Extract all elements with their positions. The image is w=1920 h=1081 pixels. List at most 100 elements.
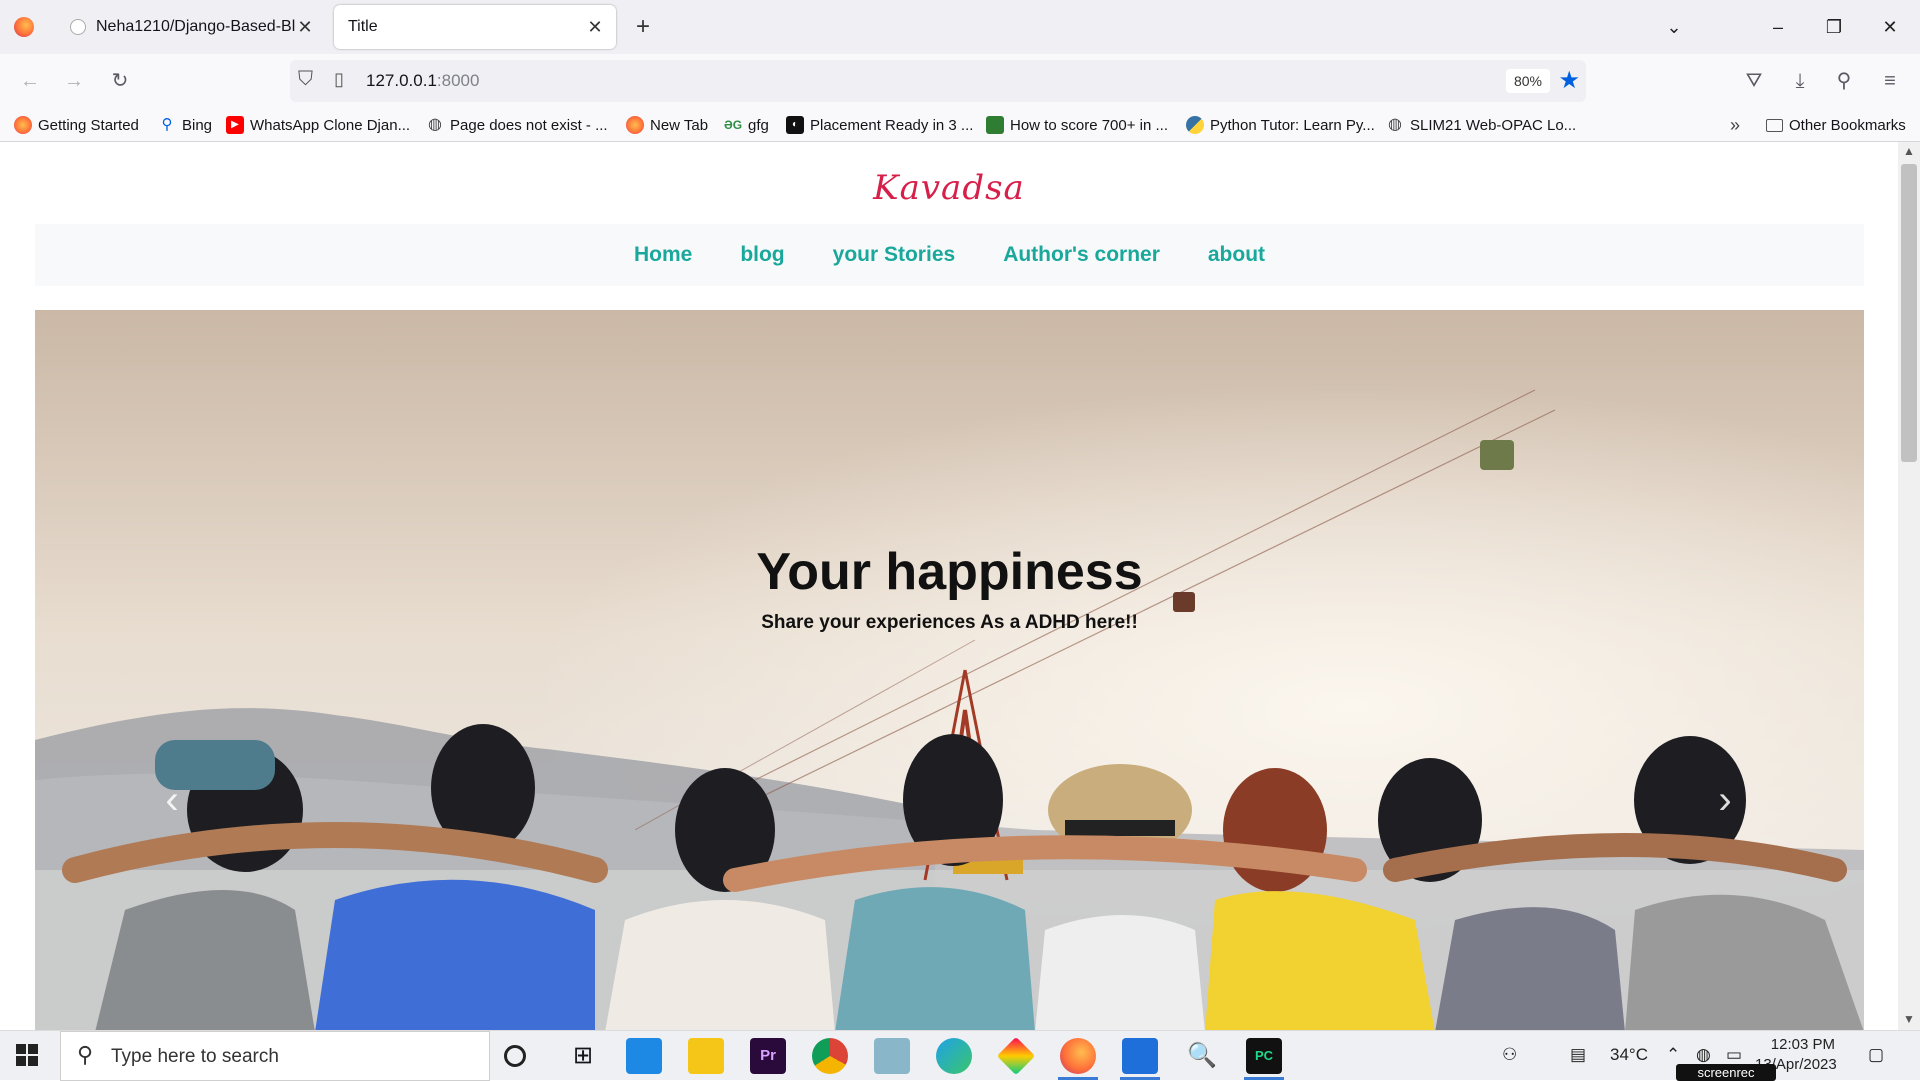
bookmark-star-icon[interactable]: ★ — [1558, 66, 1580, 95]
battery-icon[interactable]: ▭ — [1726, 1045, 1742, 1065]
scroll-down-icon[interactable]: ▼ — [1903, 1012, 1915, 1026]
globe-icon: ◍ — [428, 116, 442, 133]
forward-icon[interactable]: → — [58, 65, 90, 97]
os-taskbar: ⚲ Type here to search ⊞ Pr 🔍 PC ⚇ ▤ 34°C… — [0, 1030, 1920, 1081]
reload-icon[interactable]: ↻ — [104, 65, 136, 97]
bookmark-slim21[interactable]: ◍ SLIM21 Web-OPAC Lo... — [1386, 113, 1576, 137]
premiere-pro-icon[interactable]: Pr — [750, 1038, 786, 1074]
search-icon: ⚲ — [77, 1042, 94, 1067]
bookmark-gfg[interactable]: ƏG gfg — [724, 113, 769, 137]
hero-subheading: Share your experiences As a ADHD here!! — [761, 612, 1138, 633]
close-tab-icon[interactable]: ✕ — [584, 16, 606, 38]
bookmark-label: gfg — [748, 116, 769, 134]
pocket-icon[interactable]: ⛛ — [1738, 65, 1770, 97]
bookmark-new-tab[interactable]: New Tab — [626, 113, 708, 137]
task-view-icon[interactable]: ⊞ — [565, 1038, 601, 1074]
notes-app-icon[interactable] — [874, 1038, 910, 1074]
computer-app-icon[interactable] — [626, 1038, 662, 1074]
tab-active[interactable]: Title ✕ — [334, 5, 616, 49]
navigation-toolbar: ← → ↻ ⛉ ▯ 127.0.0.1:8000 80% ★ ⛛ ⤓ ⚲ ≡ — [0, 54, 1920, 108]
scroll-thumb[interactable] — [1901, 164, 1917, 462]
network-icon[interactable]: ◍ — [1696, 1045, 1711, 1065]
tab-title: Title — [348, 18, 378, 35]
coding-ninjas-icon: ◐ — [786, 116, 804, 134]
git-app-icon[interactable] — [996, 1036, 1036, 1076]
bookmark-label: Other Bookmarks — [1789, 116, 1906, 134]
bookmarks-toolbar: Getting Started ⚲ Bing ▶ WhatsApp Clone … — [0, 108, 1920, 142]
pycharm-icon[interactable]: PC — [1246, 1038, 1282, 1074]
new-tab-button[interactable]: + — [626, 12, 660, 42]
list-tabs-icon[interactable]: ⌄ — [1654, 10, 1694, 44]
cortana-icon[interactable] — [504, 1045, 526, 1067]
other-bookmarks[interactable]: Other Bookmarks — [1766, 113, 1906, 137]
search-placeholder: Type here to search — [111, 1046, 279, 1067]
menu-icon[interactable]: ≡ — [1874, 65, 1906, 97]
notifications-icon[interactable]: ▢ — [1868, 1045, 1884, 1065]
bookmark-score-700[interactable]: How to score 700+ in ... — [986, 113, 1168, 137]
gfg-icon: ƏG — [724, 118, 743, 132]
edge-icon[interactable] — [936, 1038, 972, 1074]
shield-icon[interactable]: ⛉ — [298, 68, 313, 91]
scroll-up-icon[interactable]: ▲ — [1903, 144, 1915, 158]
site-navbar: Home blog your Stories Author's corner a… — [35, 224, 1864, 286]
taskbar-search-box[interactable]: ⚲ Type here to search — [60, 1031, 490, 1081]
nav-link-blog[interactable]: blog — [740, 243, 784, 267]
bookmark-python-tutor[interactable]: Python Tutor: Learn Py... — [1186, 113, 1375, 137]
close-tab-icon[interactable]: ✕ — [294, 16, 316, 38]
show-hidden-icons-icon[interactable]: ⌃ — [1666, 1045, 1680, 1065]
windows-start-icon[interactable] — [14, 1042, 40, 1068]
people-icon[interactable]: ⚇ — [1502, 1045, 1517, 1065]
bookmark-bing[interactable]: ⚲ Bing — [158, 113, 213, 137]
temperature[interactable]: 34°C — [1610, 1045, 1648, 1065]
search-icon: ⚲ — [161, 116, 173, 133]
nav-link-authors-corner[interactable]: Author's corner — [1003, 243, 1160, 267]
page-icon: ▯ — [334, 69, 344, 89]
minimize-button[interactable]: – — [1758, 10, 1798, 44]
youtube-icon: ▶ — [226, 116, 244, 134]
bookmark-placement-ready[interactable]: ◐ Placement Ready in 3 ... — [786, 113, 973, 137]
firefox-menu-icon[interactable] — [14, 17, 34, 37]
carousel-prev-icon[interactable]: ‹ — [152, 770, 192, 830]
close-window-button[interactable]: ✕ — [1870, 10, 1910, 44]
nav-link-home[interactable]: Home — [634, 243, 692, 267]
nav-link-about[interactable]: about — [1208, 243, 1265, 267]
tab-github[interactable]: Neha1210/Django-Based-Blog- ✕ — [56, 5, 326, 49]
bookmark-label: SLIM21 Web-OPAC Lo... — [1410, 116, 1577, 134]
bookmark-label: Getting Started — [38, 116, 139, 134]
screenrec-badge[interactable]: screenrec — [1676, 1064, 1776, 1081]
firefox-icon — [14, 116, 32, 134]
hero-carousel: Your happiness Share your experiences As… — [35, 310, 1864, 1030]
downloads-icon[interactable]: ⤓ — [1784, 65, 1816, 97]
firefox-taskbar-icon[interactable] — [1060, 1038, 1096, 1074]
back-icon[interactable]: ← — [14, 65, 46, 97]
bookmark-label: Placement Ready in 3 ... — [810, 116, 974, 134]
more-bookmarks-icon[interactable]: » — [1730, 113, 1740, 137]
nav-link-your-stories[interactable]: your Stories — [833, 243, 956, 267]
carousel-next-icon[interactable]: › — [1705, 770, 1745, 830]
chrome-icon[interactable] — [812, 1038, 848, 1074]
file-explorer-icon[interactable] — [688, 1038, 724, 1074]
bookmark-whatsapp-clone[interactable]: ▶ WhatsApp Clone Djan... — [226, 113, 410, 137]
site-brand[interactable]: Kavadsa — [0, 168, 1898, 208]
magnifier-icon[interactable]: 🔍 — [1184, 1038, 1220, 1074]
bookmark-page-not-exist[interactable]: ◍ Page does not exist - ... — [426, 113, 608, 137]
zoom-level-badge[interactable]: 80% — [1506, 69, 1550, 93]
bookmark-getting-started[interactable]: Getting Started — [14, 113, 139, 137]
globe-icon: ◍ — [1388, 116, 1402, 133]
bookmark-label: Page does not exist - ... — [450, 116, 608, 134]
site-icon — [986, 116, 1004, 134]
url-bar[interactable]: ⛉ ▯ 127.0.0.1:8000 80% ★ — [290, 60, 1586, 102]
url-text[interactable]: 127.0.0.1:8000 — [366, 71, 479, 91]
url-port: :8000 — [436, 71, 480, 90]
weather-icon[interactable]: ▤ — [1570, 1045, 1586, 1065]
python-icon — [1186, 116, 1204, 134]
mail-icon[interactable] — [1122, 1038, 1158, 1074]
firefox-icon — [626, 116, 644, 134]
bookmark-label: WhatsApp Clone Djan... — [250, 116, 411, 134]
tab-title: Neha1210/Django-Based-Blog- — [96, 18, 296, 35]
clock-time: 12:03 PM — [1770, 1036, 1835, 1053]
hero-heading: Your happiness — [756, 543, 1143, 601]
extensions-icon[interactable]: ⚲ — [1828, 65, 1860, 97]
restore-button[interactable]: ❐ — [1814, 10, 1854, 44]
bookmark-label: Bing — [182, 116, 213, 134]
